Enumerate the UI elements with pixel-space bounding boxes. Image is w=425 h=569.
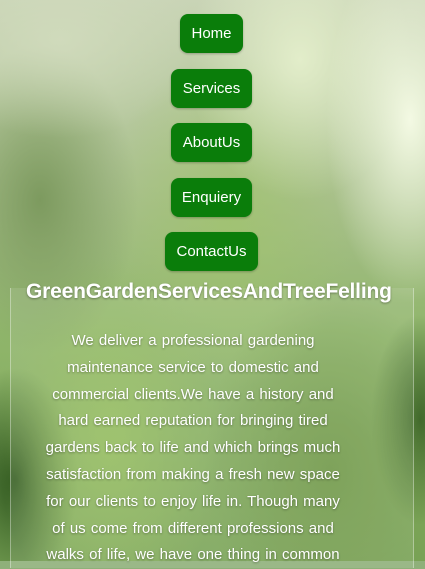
intro-line: gardens back to life and which brings mu… — [45, 439, 341, 457]
nav-contactus-button[interactable]: ContactUs — [165, 232, 258, 271]
intro-line: for our clients to enjoy life in. Though… — [46, 492, 340, 510]
intro-line: of us come from different professions an… — [52, 519, 334, 537]
intro-line: walks of life, we have one thing in comm… — [46, 546, 340, 564]
intro-line: We deliver a professional gardening — [71, 332, 315, 349]
intro-line: hard earned reputation for bringing tire… — [58, 412, 328, 430]
nav-home-button[interactable]: Home — [180, 14, 243, 53]
page-title: GreenGardenServicesAndTreeFelling — [26, 280, 392, 303]
nav-enquiery-button[interactable]: Enquiery — [171, 178, 252, 217]
intro-paragraph: We deliver a professional gardening main… — [30, 328, 356, 569]
intro-line: commercial clients.We have a history and — [52, 385, 334, 403]
intro-line: maintenance service to domestic and — [67, 358, 319, 376]
nav-aboutus-button[interactable]: AboutUs — [171, 123, 252, 162]
intro-line: satisfaction from making a fresh new spa… — [46, 465, 340, 483]
nav-services-button[interactable]: Services — [171, 69, 252, 108]
